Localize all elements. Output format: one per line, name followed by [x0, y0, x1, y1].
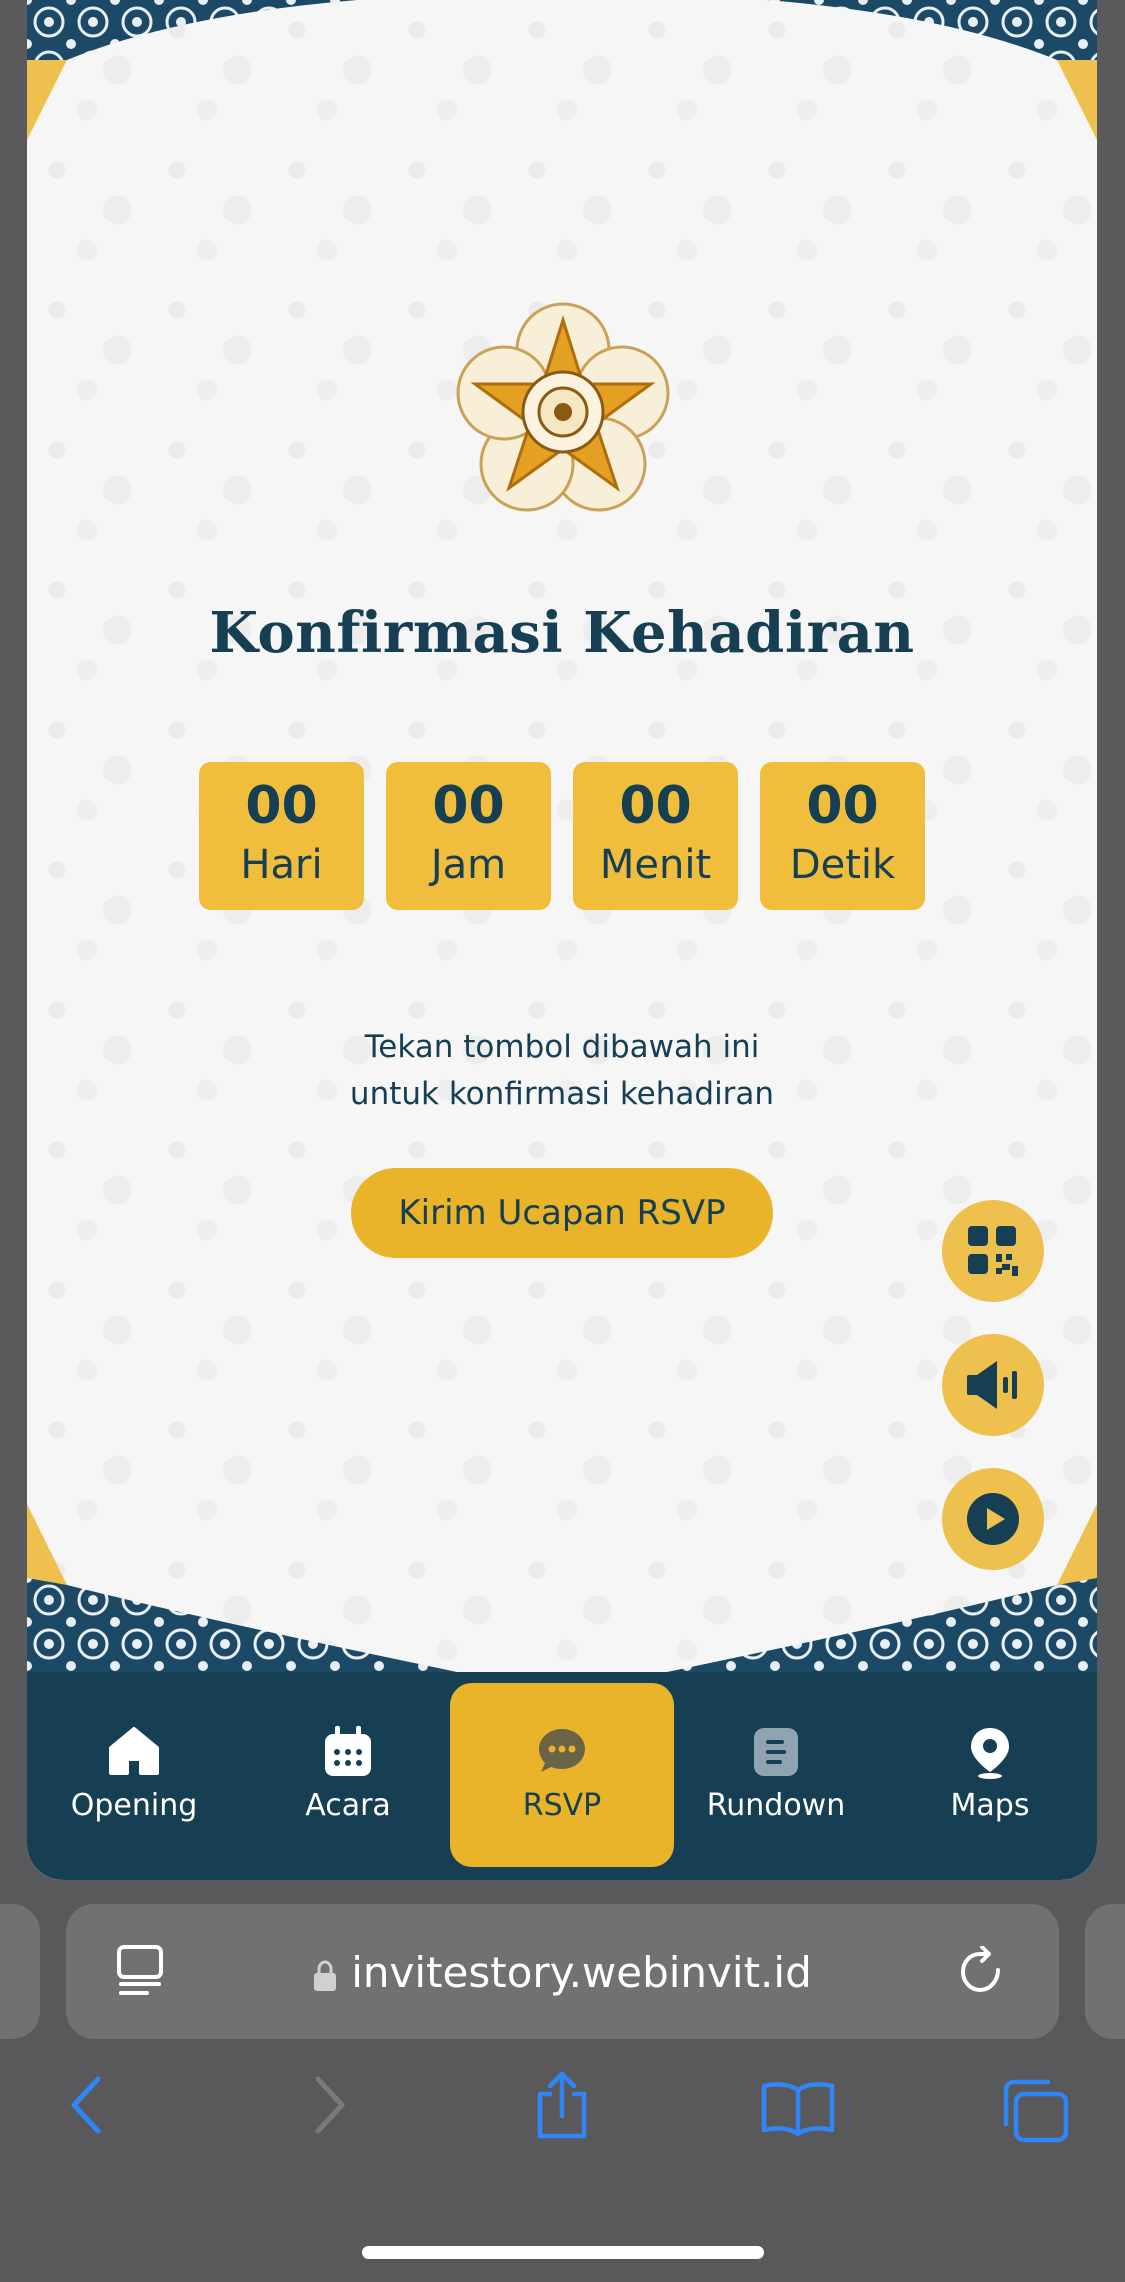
home-indicator — [362, 2246, 764, 2259]
countdown-seconds-value: 00 — [806, 776, 879, 836]
nav-item-rsvp[interactable]: RSVP — [450, 1672, 674, 1880]
invitation-card: Konfirmasi Kehadiran 00 Hari 00 Jam 00 M… — [27, 0, 1097, 1880]
url-text: invitestory.webinvit.id — [351, 1948, 812, 1997]
countdown-hours-value: 00 — [432, 776, 505, 836]
address-bar[interactable]: invitestory.webinvit.id — [66, 1904, 1059, 2039]
nav-item-maps[interactable]: Maps — [883, 1672, 1097, 1880]
share-icon[interactable] — [532, 2070, 592, 2142]
browser-toolbar: invitestory.webinvit.id — [0, 1880, 1125, 2282]
previous-tab-preview[interactable] — [0, 1904, 40, 2039]
countdown-days-value: 00 — [245, 776, 318, 836]
sound-toggle-button[interactable] — [942, 1334, 1044, 1436]
next-tab-preview[interactable] — [1085, 1904, 1125, 2039]
speaker-icon — [967, 1361, 1017, 1409]
countdown-hours: 00 Jam — [386, 762, 551, 910]
nav-label-rsvp: RSVP — [522, 1788, 602, 1823]
rsvp-instruction-line1: Tekan tombol dibawah ini — [364, 1029, 760, 1065]
nav-item-acara[interactable]: Acara — [241, 1672, 455, 1880]
url-display[interactable]: invitestory.webinvit.id — [66, 1948, 1059, 1997]
send-rsvp-button[interactable]: Kirim Ucapan RSVP — [351, 1168, 773, 1258]
countdown-seconds-label: Detik — [789, 842, 896, 888]
forward-icon[interactable] — [310, 2075, 350, 2135]
rsvp-instruction-line2: untuk konfirmasi kehadiran — [349, 1076, 775, 1112]
nav-label-rundown: Rundown — [706, 1788, 846, 1823]
countdown-hours-label: Jam — [430, 842, 507, 888]
reload-icon[interactable] — [958, 1946, 1008, 1998]
countdown-seconds: 00 Detik — [760, 762, 925, 910]
countdown-days-label: Hari — [240, 842, 323, 888]
bottom-batik-ornament — [27, 1504, 1097, 1672]
university-emblem-icon — [456, 302, 670, 512]
nav-label-maps: Maps — [950, 1788, 1030, 1823]
countdown-timer: 00 Hari 00 Jam 00 Menit 00 Detik — [199, 762, 925, 910]
top-batik-ornament — [27, 0, 1097, 140]
nav-item-opening[interactable]: Opening — [27, 1672, 241, 1880]
nav-item-rundown[interactable]: Rundown — [669, 1672, 883, 1880]
tabs-icon[interactable] — [1000, 2078, 1070, 2144]
nav-label-opening: Opening — [70, 1788, 198, 1823]
back-icon[interactable] — [66, 2075, 106, 2135]
nav-label-acara: Acara — [305, 1788, 391, 1823]
countdown-minutes-value: 00 — [619, 776, 692, 836]
page-title: Konfirmasi Kehadiran — [209, 600, 915, 666]
chat-icon — [539, 1729, 585, 1772]
qr-code-button[interactable] — [942, 1200, 1044, 1302]
document-icon — [754, 1728, 798, 1776]
countdown-minutes: 00 Menit — [573, 762, 738, 910]
home-icon — [109, 1727, 159, 1775]
lock-icon — [314, 1959, 337, 1991]
bookmarks-icon[interactable] — [760, 2080, 836, 2136]
countdown-minutes-label: Menit — [599, 842, 712, 888]
countdown-days: 00 Hari — [199, 762, 364, 910]
map-pin-icon — [971, 1728, 1009, 1779]
rsvp-instruction: Tekan tombol dibawah ini untuk konfirmas… — [27, 1024, 1097, 1118]
qr-code-icon — [968, 1226, 1018, 1276]
bottom-navigation: Opening Acara RSVP Rundown Maps — [27, 1672, 1097, 1880]
calendar-icon — [325, 1726, 371, 1776]
